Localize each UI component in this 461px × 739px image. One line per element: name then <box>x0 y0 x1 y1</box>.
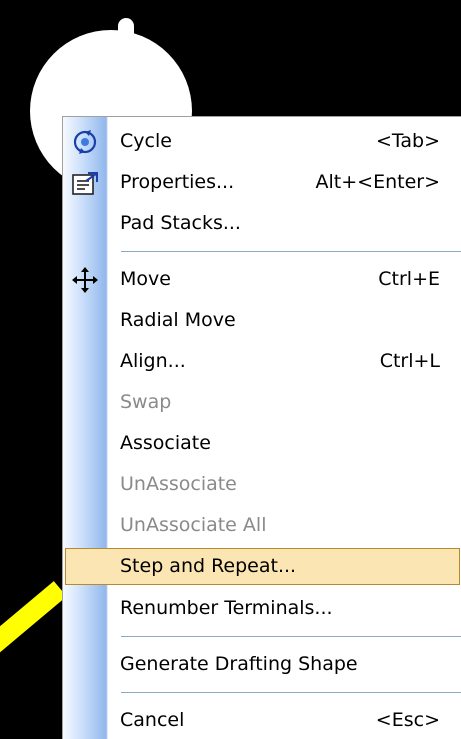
menu-item-move[interactable]: Move Ctrl+E <box>63 259 461 300</box>
menu-item-label: Radial Move <box>120 309 236 331</box>
menu-item-label: Cycle <box>120 130 172 152</box>
menu-item-associate[interactable]: Associate <box>63 423 461 464</box>
menu-item-pad-stacks[interactable]: Pad Stacks... <box>63 203 461 244</box>
menu-item-cycle[interactable]: Cycle <Tab> <box>63 121 461 162</box>
menu-item-label: Move <box>120 268 171 290</box>
menu-item-shortcut: Ctrl+L <box>379 350 440 372</box>
menu-item-label: Step and Repeat... <box>120 555 297 577</box>
menu-item-shortcut: Ctrl+E <box>378 268 440 290</box>
menu-item-unassociate: UnAssociate <box>63 464 461 505</box>
properties-icon <box>67 162 103 203</box>
menu-item-properties[interactable]: Properties... Alt+<Enter> <box>63 162 461 203</box>
menu-item-label: Properties... <box>120 171 235 193</box>
menu-item-swap: Swap <box>63 382 461 423</box>
menu-separator <box>121 636 461 640</box>
menu-item-label: Generate Drafting Shape <box>120 653 358 675</box>
menu-item-label: Associate <box>120 432 211 454</box>
menu-item-label: Pad Stacks... <box>120 212 241 234</box>
menu-separator <box>121 251 461 255</box>
menu-item-radial-move[interactable]: Radial Move <box>63 300 461 341</box>
menu-item-label: UnAssociate All <box>120 514 267 536</box>
menu-item-label: Align... <box>120 350 186 372</box>
menu-item-step-and-repeat[interactable]: Step and Repeat... <box>65 546 460 587</box>
menu-item-label: Swap <box>120 391 172 413</box>
menu-item-renumber-terminals[interactable]: Renumber Terminals... <box>63 588 461 629</box>
menu-item-label: Cancel <box>120 709 185 731</box>
menu-item-shortcut: Alt+<Enter> <box>315 171 440 193</box>
pad-nub <box>118 18 134 44</box>
menu-item-shortcut: <Tab> <box>375 130 440 152</box>
menu-separator <box>121 692 461 696</box>
menu-item-align[interactable]: Align... Ctrl+L <box>63 341 461 382</box>
menu-item-shortcut: <Esc> <box>375 709 440 731</box>
cycle-icon <box>67 121 103 162</box>
menu-item-unassociate-all: UnAssociate All <box>63 505 461 546</box>
menu-item-cancel[interactable]: Cancel <Esc> <box>63 700 461 739</box>
menu-item-label: UnAssociate <box>120 473 237 495</box>
menu-item-label: Renumber Terminals... <box>120 597 333 619</box>
menu-item-generate-drafting-shape[interactable]: Generate Drafting Shape <box>63 644 461 685</box>
context-menu: Cycle <Tab> Properties... Alt+<Enter> Pa… <box>62 116 461 739</box>
trace[interactable] <box>0 581 67 706</box>
move-icon <box>67 259 103 300</box>
